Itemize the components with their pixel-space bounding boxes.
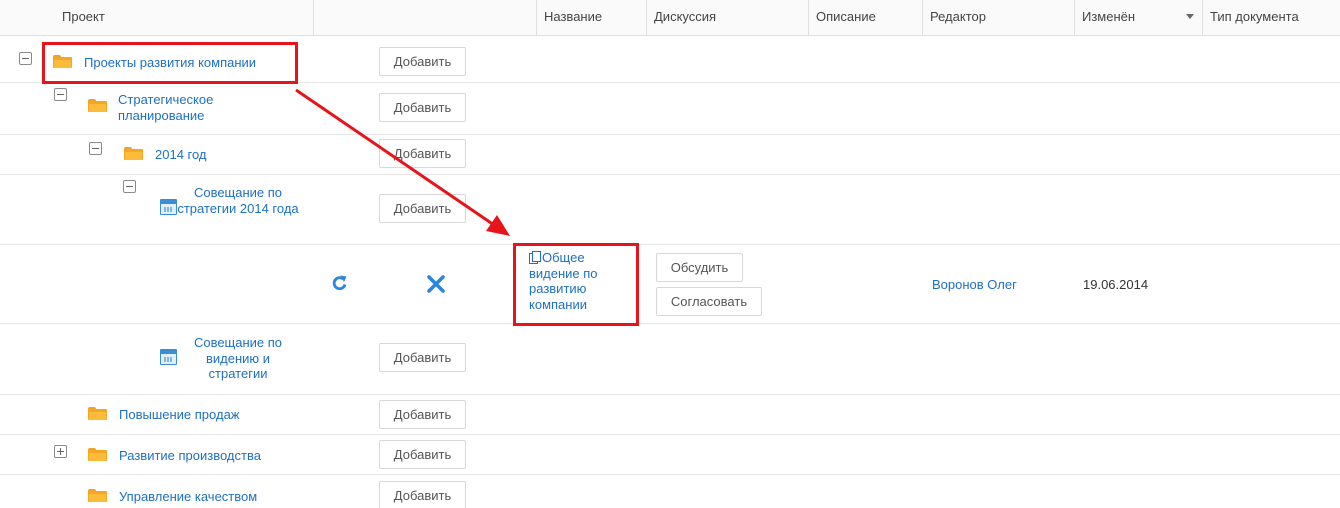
row-divider <box>0 174 1340 175</box>
folder-icon <box>88 448 107 461</box>
column-actions <box>313 0 536 36</box>
tree-item-sales[interactable]: Повышение продаж <box>119 407 240 422</box>
row-divider <box>0 323 1340 324</box>
collapse-root-toggle[interactable] <box>19 52 32 65</box>
tree-item-quality[interactable]: Управление качеством <box>119 489 257 504</box>
add-button-quality[interactable]: Добавить <box>379 481 466 508</box>
collapse-meeting1-toggle[interactable] <box>123 180 136 193</box>
highlight-document-box <box>513 243 639 326</box>
highlight-root-box <box>42 42 298 84</box>
add-button-2014[interactable]: Добавить <box>379 139 466 168</box>
row-divider <box>0 394 1340 395</box>
column-project[interactable]: Проект <box>55 0 313 36</box>
tree-item-2014[interactable]: 2014 год <box>155 147 207 162</box>
add-button-meeting1[interactable]: Добавить <box>379 194 466 223</box>
changed-date: 19.06.2014 <box>1083 277 1149 292</box>
approve-button[interactable]: Согласовать <box>656 287 762 316</box>
sort-desc-icon[interactable] <box>1186 14 1194 19</box>
close-icon[interactable] <box>427 275 445 293</box>
column-discussion[interactable]: Дискуссия <box>646 0 808 36</box>
add-button-sales[interactable]: Добавить <box>379 400 466 429</box>
collapse-2014-toggle[interactable] <box>89 142 102 155</box>
folder-icon <box>124 147 143 160</box>
column-name[interactable]: Название <box>536 0 646 36</box>
folder-icon <box>88 489 107 502</box>
column-editor[interactable]: Редактор <box>922 0 1074 36</box>
folder-icon <box>88 407 107 420</box>
editor-link[interactable]: Воронов Олег <box>932 277 1017 292</box>
table-header: Проект Название Дискуссия Описание Редак… <box>0 0 1340 36</box>
discuss-button[interactable]: Обсудить <box>656 253 743 282</box>
add-button-root[interactable]: Добавить <box>379 47 466 76</box>
add-button-production[interactable]: Добавить <box>379 440 466 469</box>
row-divider <box>0 134 1340 135</box>
tree-item-meeting2[interactable]: Совещание по видению и стратегии <box>175 335 301 382</box>
column-doc-type[interactable]: Тип документа <box>1202 0 1340 36</box>
collapse-strategic-toggle[interactable] <box>54 88 67 101</box>
column-changed[interactable]: Изменён <box>1074 0 1202 36</box>
tree-item-strategic[interactable]: Стратегическое планирование <box>118 92 248 124</box>
expand-production-toggle[interactable] <box>54 445 67 458</box>
tree-item-production[interactable]: Развитие производства <box>119 448 261 463</box>
add-button-meeting2[interactable]: Добавить <box>379 343 466 372</box>
column-changed-label: Изменён <box>1082 9 1136 24</box>
refresh-icon[interactable] <box>332 274 348 292</box>
column-description[interactable]: Описание <box>808 0 922 36</box>
add-button-strategic[interactable]: Добавить <box>379 93 466 122</box>
row-divider <box>0 244 1340 245</box>
folder-icon <box>88 99 107 112</box>
row-divider <box>0 434 1340 435</box>
row-divider <box>0 474 1340 475</box>
tree-item-meeting1[interactable]: Совещание по стратегии 2014 года <box>175 185 301 216</box>
